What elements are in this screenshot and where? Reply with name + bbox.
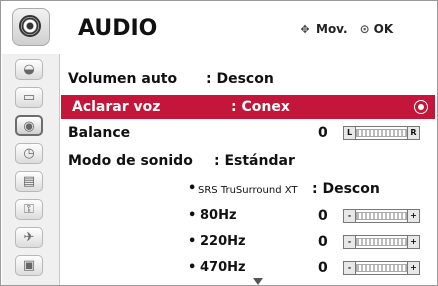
eq-470hz-row[interactable]: • 470Hz 0 - + [68, 256, 435, 280]
audio-category-icon [12, 8, 50, 46]
picture-icon[interactable]: ◒ [15, 59, 43, 80]
eq-220hz-minus: - [344, 236, 356, 248]
eq-470hz-minus: - [344, 262, 356, 274]
lock-icon[interactable]: ⚿ [15, 199, 43, 220]
eq-470hz-value: 0 [318, 260, 328, 276]
balance-value: 0 [318, 125, 328, 141]
volumen-auto-row[interactable]: Volumen auto : Descon [68, 67, 435, 91]
screen-icon[interactable]: ▭ [15, 87, 43, 108]
volumen-auto-label: Volumen auto [68, 71, 178, 87]
eq-80hz-row[interactable]: • 80Hz 0 - + [68, 204, 435, 228]
srs-bullet: • [188, 181, 197, 196]
input-icon[interactable]: ✈ [15, 227, 43, 248]
eq-470hz-slider[interactable]: - + [343, 261, 420, 275]
ok-hint-label: OK [373, 22, 394, 36]
scroll-down-icon[interactable] [253, 278, 263, 285]
menu-sidebar: ◒ ▭ ◉ ◷ ▤ ⚿ ✈ ▣ [2, 54, 60, 285]
eq-80hz-track [356, 212, 407, 220]
audio-icon[interactable]: ◉ [15, 115, 43, 136]
audio-menu-window: AUDIO ✥ Mov. ⊙ OK ◒ ▭ ◉ ◷ ▤ ⚿ ✈ ▣ Volumen a… [0, 0, 438, 286]
eq-80hz-plus: + [407, 210, 419, 222]
media-icon[interactable]: ▣ [15, 255, 43, 276]
eq-470hz-label: 470Hz [200, 260, 246, 275]
balance-right-label: R [407, 127, 419, 139]
page-title: AUDIO [78, 16, 158, 41]
menu-header: AUDIO ✥ Mov. ⊙ OK [2, 2, 436, 54]
eq-470hz-track [356, 264, 407, 272]
volumen-auto-value: : Descon [206, 71, 274, 87]
srs-value: : Descon [312, 181, 380, 197]
eq-220hz-bullet: • [188, 234, 197, 249]
aclarar-voz-row[interactable]: Aclarar voz : Conex [61, 95, 435, 119]
balance-slider[interactable]: L R [343, 126, 420, 140]
navigation-hint: ✥ Mov. ⊙ OK [299, 22, 393, 36]
eq-220hz-plus: + [407, 236, 419, 248]
balance-left-label: L [344, 127, 356, 139]
eq-220hz-value: 0 [318, 234, 328, 250]
aclarar-voz-label: Aclarar voz [72, 99, 161, 115]
move-hint-label: Mov. [316, 22, 348, 36]
balance-label: Balance [68, 125, 131, 141]
eq-470hz-bullet: • [188, 260, 197, 275]
ok-button-icon: ⊙ [359, 22, 370, 36]
eq-470hz-plus: + [407, 262, 419, 274]
aclarar-voz-value: : Conex [231, 99, 290, 115]
eq-80hz-minus: - [344, 210, 356, 222]
modo-sonido-row[interactable]: Modo de sonido : Estándar [68, 149, 435, 173]
balance-slider-track [356, 129, 407, 137]
move-arrows-icon: ✥ [300, 23, 310, 36]
eq-220hz-track [356, 238, 407, 246]
srs-label: SRS TruSurround XT [198, 185, 298, 196]
selected-radio-icon [414, 100, 428, 114]
balance-row[interactable]: Balance 0 L R [68, 121, 435, 145]
eq-80hz-slider[interactable]: - + [343, 209, 420, 223]
modo-sonido-label: Modo de sonido [68, 153, 193, 169]
eq-80hz-label: 80Hz [200, 208, 237, 223]
eq-220hz-label: 220Hz [200, 234, 246, 249]
audio-settings-list: Volumen auto : Descon Aclarar voz : Cone… [60, 54, 437, 285]
time-icon[interactable]: ◷ [15, 143, 43, 164]
srs-trusurround-row[interactable]: • SRS TruSurround XT : Descon [68, 177, 435, 201]
eq-80hz-value: 0 [318, 208, 328, 224]
options-icon[interactable]: ▤ [15, 171, 43, 192]
eq-220hz-row[interactable]: • 220Hz 0 - + [68, 230, 435, 254]
modo-sonido-value: : Estándar [214, 153, 295, 169]
eq-220hz-slider[interactable]: - + [343, 235, 420, 249]
eq-80hz-bullet: • [188, 208, 197, 223]
